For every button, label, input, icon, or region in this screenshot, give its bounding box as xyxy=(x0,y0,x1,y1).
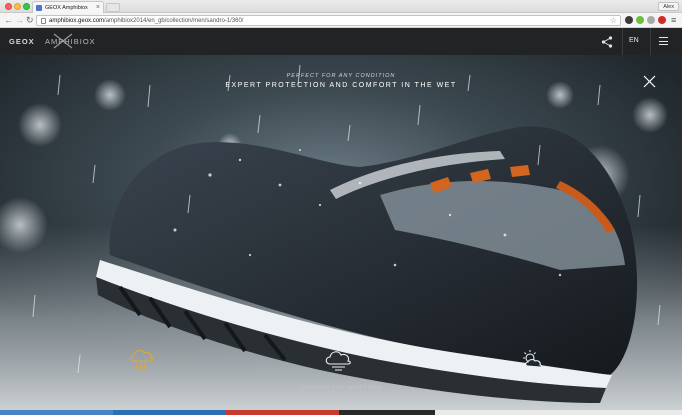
extension-icon[interactable] xyxy=(647,16,655,24)
footer-color-bar xyxy=(339,410,435,415)
cloudy-weather-icon[interactable] xyxy=(323,347,353,373)
share-icon[interactable] xyxy=(600,35,614,49)
browser-toolbar: ← → ↻ amphibiox.geox.com/amphibiox2014/e… xyxy=(0,13,682,28)
close-icon[interactable] xyxy=(643,75,656,88)
browser-titlebar: GEOX Amphibiox × Alex xyxy=(0,0,682,13)
geox-logo[interactable]: GEOX xyxy=(9,37,35,46)
footer-color-bar xyxy=(226,410,339,415)
site-header: GEOX AMPHIBIOX EN xyxy=(0,28,682,55)
browser-tab[interactable]: GEOX Amphibiox × xyxy=(32,1,104,13)
address-bar[interactable]: amphibiox.geox.com/amphibiox2014/en_gb/c… xyxy=(36,15,621,26)
header-divider xyxy=(622,28,623,55)
header-divider xyxy=(650,28,651,55)
hero-title: EXPERT PROTECTION AND COMFORT IN THE WET xyxy=(225,82,457,89)
hero-subtitle: PERFECT FOR ANY CONDITION xyxy=(286,73,396,79)
tab-close-icon[interactable]: × xyxy=(96,4,100,11)
hero-section: PERFECT FOR ANY CONDITION EXPERT PROTECT… xyxy=(0,55,682,415)
reload-icon[interactable]: ↻ xyxy=(26,14,34,27)
profile-button[interactable]: Alex xyxy=(658,2,679,11)
extension-icon[interactable] xyxy=(658,16,666,24)
rain-weather-icon[interactable] xyxy=(127,347,157,373)
amphibiox-logo[interactable]: AMPHIBIOX xyxy=(45,37,96,46)
sunny-weather-icon[interactable] xyxy=(518,347,548,373)
footer-color-bar xyxy=(0,410,113,415)
extension-icon[interactable] xyxy=(636,16,644,24)
url-path: /amphibiox2014/en_gb/collection/men/sand… xyxy=(104,17,244,24)
new-tab-button[interactable] xyxy=(106,3,120,12)
forward-arrow-icon[interactable]: → xyxy=(15,14,24,27)
footer-color-bar xyxy=(435,410,682,415)
bookmark-star-icon[interactable]: ☆ xyxy=(610,16,617,25)
hamburger-menu-icon[interactable] xyxy=(659,37,668,45)
maximize-window-button[interactable] xyxy=(23,3,30,10)
extension-icon[interactable] xyxy=(625,16,633,24)
tab-title: GEOX Amphibiox xyxy=(45,4,88,11)
close-window-button[interactable] xyxy=(5,3,12,10)
language-selector[interactable]: EN xyxy=(629,37,639,44)
minimize-window-button[interactable] xyxy=(14,3,21,10)
page-icon xyxy=(41,17,46,24)
url-text[interactable]: amphibiox.geox.com/amphibiox2014/en_gb/c… xyxy=(49,18,243,24)
url-host: amphibiox.geox.com xyxy=(49,17,105,24)
footer-color-bar xyxy=(113,410,226,415)
weather-caption: CHANGE THE WEATHER xyxy=(299,385,383,391)
back-arrow-icon[interactable]: ← xyxy=(4,14,13,27)
menu-icon[interactable]: ≡ xyxy=(671,14,676,26)
favicon-icon xyxy=(36,4,42,11)
